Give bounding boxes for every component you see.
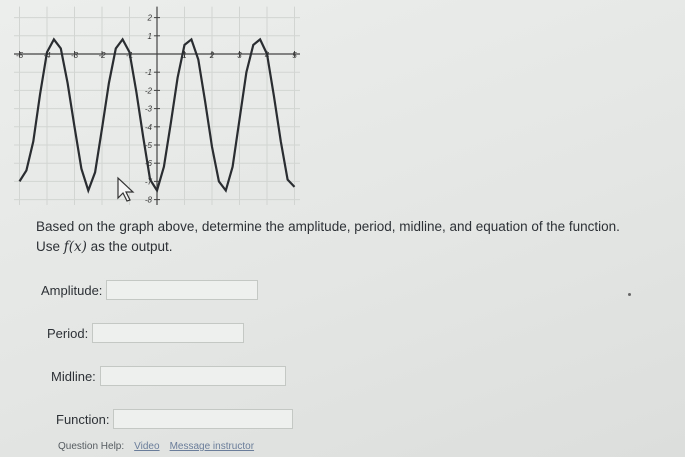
- y-tick-label: -2: [145, 86, 153, 95]
- x-tick-label: -2: [98, 51, 106, 60]
- period-label: Period:: [47, 325, 89, 341]
- question-help-bar: Question Help: Video Message instructor: [58, 441, 254, 452]
- y-tick-label: -8: [145, 196, 153, 205]
- x-tick-label: -3: [71, 51, 79, 60]
- x-tick-label: -5: [16, 51, 24, 60]
- question-text: Based on the graph above, determine the …: [36, 217, 646, 257]
- screen: -5 -4 -3 -2 -1 1 2 3 4 5 2 1 -1 -2 -3 -4 -5 -6 -7 -8 Based…: [0, 0, 685, 457]
- function-graph: -5 -4 -3 -2 -1 1 2 3 4 5 21-1-2-3-4-5-6-7-8: [14, 6, 300, 205]
- amplitude-row: Amplitude:: [41, 280, 259, 300]
- function-label: Function:: [56, 411, 110, 427]
- midline-row: Midline:: [51, 366, 286, 386]
- x-tick-label: 3: [237, 51, 242, 60]
- graph-axes: [14, 6, 300, 205]
- question-help-label: Question Help:: [58, 441, 125, 452]
- y-tick-label: -3: [145, 105, 153, 114]
- function-notation: f(x): [63, 239, 87, 255]
- question-text-end: as the output.: [86, 239, 173, 254]
- midline-label: Midline:: [51, 368, 96, 384]
- message-instructor-link[interactable]: Message instructor: [170, 441, 254, 452]
- period-row: Period:: [47, 323, 245, 343]
- period-input[interactable]: [92, 323, 245, 343]
- y-tick-label: -4: [145, 123, 153, 132]
- y-tick-label: 2: [147, 14, 153, 23]
- x-tick-label: 5: [292, 51, 297, 60]
- video-link[interactable]: Video: [134, 441, 159, 452]
- amplitude-label: Amplitude:: [41, 282, 103, 298]
- midline-input[interactable]: [99, 366, 286, 386]
- y-tick-label: 1: [148, 32, 152, 41]
- function-input[interactable]: [113, 409, 294, 429]
- function-row: Function:: [56, 409, 294, 429]
- amplitude-input[interactable]: [106, 280, 259, 300]
- y-tick-label: -1: [145, 68, 152, 77]
- x-tick-label: 2: [209, 51, 215, 60]
- stray-dot: [628, 293, 631, 296]
